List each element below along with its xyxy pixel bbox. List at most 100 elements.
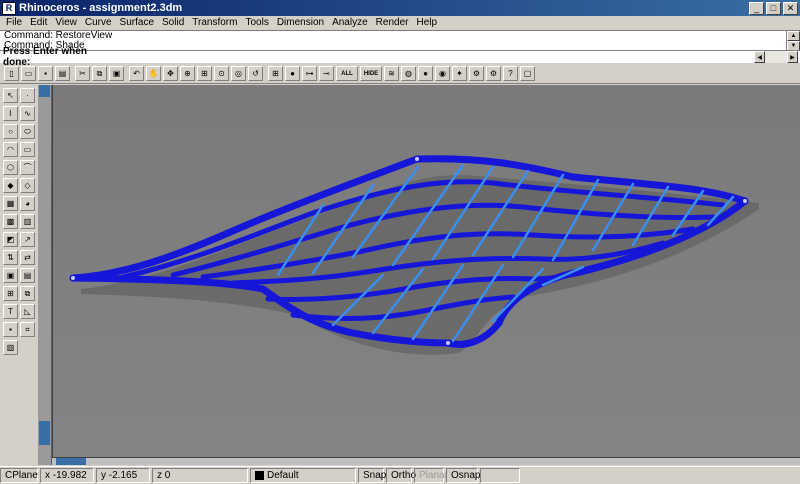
leader-icon[interactable]: ◺ [20, 304, 35, 319]
render-sphere-icon[interactable]: ◉ [435, 66, 450, 81]
select-arrow-icon[interactable]: ↖ [3, 88, 18, 103]
ortho-toggle[interactable]: Ortho [386, 468, 416, 483]
point-icon[interactable]: · [20, 88, 35, 103]
pan-hand-icon[interactable]: ✋ [146, 66, 161, 81]
render-icon[interactable]: ▧ [3, 340, 18, 355]
minimize-button[interactable]: _ [749, 1, 764, 15]
title-bar: R Rhinoceros - assignment2.3dm _ □ ✕ [0, 0, 800, 16]
light-icon[interactable]: ✦ [452, 66, 467, 81]
rhino-app-icon[interactable]: R [2, 1, 16, 15]
menu-help[interactable]: Help [412, 17, 441, 28]
menu-analyze[interactable]: Analyze [328, 17, 372, 28]
surface-icon[interactable]: ◆ [3, 178, 18, 193]
menu-dimension[interactable]: Dimension [273, 17, 328, 28]
menu-file[interactable]: File [2, 17, 26, 28]
menu-edit[interactable]: Edit [26, 17, 51, 28]
group-icon[interactable]: ▣ [3, 268, 18, 283]
select-color-icon[interactable]: ● [285, 66, 300, 81]
zoom-dynamic-icon[interactable]: ⊕ [180, 66, 195, 81]
solid-box-icon[interactable]: ▦ [3, 196, 18, 211]
cplane-label[interactable]: CPlane [0, 468, 38, 483]
viewport-tab-perspective[interactable] [56, 458, 86, 465]
scroll-up-icon[interactable]: ▲ [787, 31, 800, 41]
analyze-icon[interactable]: ▪ [3, 322, 18, 337]
cut-icon[interactable]: ✂ [75, 66, 90, 81]
snap-toggle[interactable]: Snap [358, 468, 386, 483]
zoom-window-icon[interactable]: ⊞ [197, 66, 212, 81]
mesh-icon[interactable]: ▩ [3, 214, 18, 229]
array-icon[interactable]: ⊞ [3, 286, 18, 301]
print-icon[interactable]: ▤ [55, 66, 70, 81]
panel-tab-bottom[interactable] [39, 421, 50, 445]
menu-curve[interactable]: Curve [81, 17, 116, 28]
copy-icon[interactable]: ⧉ [92, 66, 107, 81]
perspective-viewport[interactable] [52, 85, 800, 457]
lock-object-icon[interactable]: ⊸ [319, 66, 334, 81]
ellipse-icon[interactable]: ⬭ [20, 124, 35, 139]
shade-sphere-icon[interactable]: ● [418, 66, 433, 81]
help-icon[interactable]: ? [503, 66, 518, 81]
mesh-edit-icon[interactable]: ▥ [20, 214, 35, 229]
command-history-line: Command: RestoreView [4, 30, 113, 41]
circle-icon[interactable]: ○ [3, 124, 18, 139]
options-icon[interactable]: ⚙ [469, 66, 484, 81]
prompt-scrollbar[interactable]: ◀ ▶ [754, 51, 798, 63]
status-bar: CPlane x -19.982 y -2.165 z 0 Default Sn… [0, 466, 800, 484]
scroll-track[interactable] [765, 51, 787, 63]
copy-object-icon[interactable]: ⇄ [20, 250, 35, 265]
maximize-button[interactable]: □ [766, 1, 781, 15]
surface-edit-icon[interactable]: ◇ [20, 178, 35, 193]
transform-icon[interactable]: ↗ [20, 232, 35, 247]
move-icon[interactable]: ⇅ [3, 250, 18, 265]
curve-icon[interactable]: ∿ [20, 106, 35, 121]
osnap-toggle[interactable]: Osnap [446, 468, 480, 483]
rectangle-icon[interactable]: ▭ [20, 142, 35, 157]
menu-surface[interactable]: Surface [116, 17, 158, 28]
command-prompt: Press Enter when done: ◀ ▶ [0, 46, 800, 68]
scroll-left-icon[interactable]: ◀ [754, 51, 765, 63]
block-icon[interactable]: ▤ [20, 268, 35, 283]
command-history[interactable]: Command: RestoreView Command: Shade ▲ ▼ [0, 30, 800, 51]
notes-icon[interactable]: ▢ [520, 66, 535, 81]
menu-tools[interactable]: Tools [241, 17, 272, 28]
undo-icon[interactable]: ↶ [129, 66, 144, 81]
coord-x: x -19.982 [40, 468, 94, 483]
text-icon[interactable]: T [3, 304, 18, 319]
menu-transform[interactable]: Transform [188, 17, 241, 28]
polyline-icon[interactable]: ⌇ [3, 106, 18, 121]
undo-view-icon[interactable]: ↺ [248, 66, 263, 81]
hide-button[interactable]: HIDE [360, 66, 382, 81]
coord-z: z 0 [152, 468, 248, 483]
layer-pane[interactable]: Default [250, 468, 356, 483]
boolean-icon[interactable]: ◕ [20, 196, 35, 211]
paste-icon[interactable]: ▣ [109, 66, 124, 81]
panel-strip [38, 85, 52, 465]
color-wheel-icon[interactable]: ◍ [401, 66, 416, 81]
arc-icon[interactable]: ◠ [3, 142, 18, 157]
save-icon[interactable]: ▪ [38, 66, 53, 81]
polygon-icon[interactable]: ⬡ [3, 160, 18, 175]
zoom-selected-icon[interactable]: ◎ [231, 66, 246, 81]
four-viewports-icon[interactable]: ⊞ [268, 66, 283, 81]
distance-icon[interactable]: ⌗ [20, 322, 35, 337]
show-all-button[interactable]: ALL [336, 66, 358, 81]
menu-solid[interactable]: Solid [158, 17, 188, 28]
menu-view[interactable]: View [51, 17, 81, 28]
select-lock-icon[interactable]: ⊶ [302, 66, 317, 81]
join-icon[interactable]: ⧉ [20, 286, 35, 301]
menu-render[interactable]: Render [372, 17, 413, 28]
command-history-scrollbar[interactable]: ▲ ▼ [786, 31, 800, 51]
layer-icon[interactable]: ≋ [384, 66, 399, 81]
command-input[interactable] [110, 51, 754, 63]
open-file-icon[interactable]: ▭ [21, 66, 36, 81]
scroll-right-icon[interactable]: ▶ [787, 51, 798, 63]
close-button[interactable]: ✕ [783, 1, 798, 15]
new-file-icon[interactable]: ▯ [4, 66, 19, 81]
zoom-extents-icon[interactable]: ⊙ [214, 66, 229, 81]
properties-icon[interactable]: ⚙ [486, 66, 501, 81]
rotate-view-icon[interactable]: ✥ [163, 66, 178, 81]
dimension-icon[interactable]: ◩ [3, 232, 18, 247]
panel-tab-top[interactable] [39, 85, 50, 97]
fillet-curve-icon[interactable]: ⌒ [20, 160, 35, 175]
planar-toggle[interactable]: Planar [414, 468, 448, 483]
